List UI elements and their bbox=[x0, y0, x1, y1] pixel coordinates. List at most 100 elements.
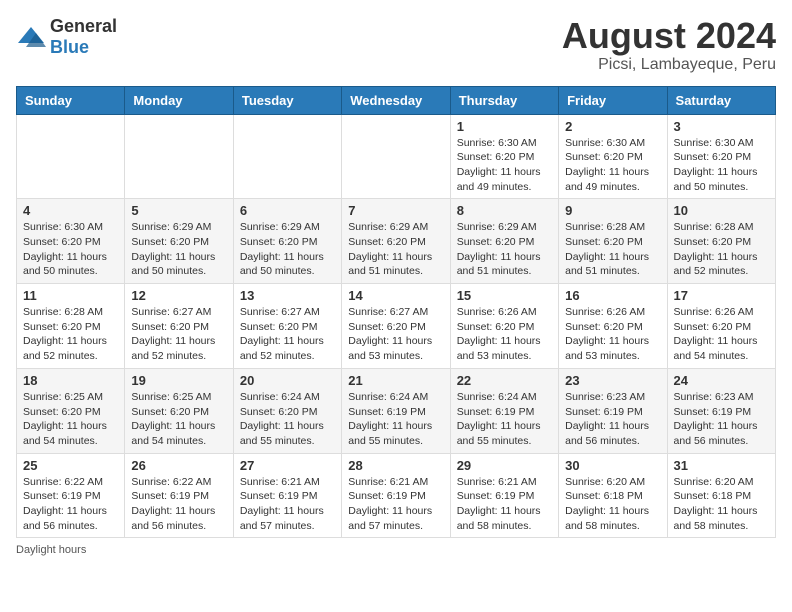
day-number: 20 bbox=[240, 373, 335, 388]
day-info: Sunrise: 6:30 AMSunset: 6:20 PMDaylight:… bbox=[23, 220, 118, 279]
calendar-cell: 14 Sunrise: 6:27 AMSunset: 6:20 PMDayligh… bbox=[342, 284, 450, 369]
day-info: Sunrise: 6:28 AMSunset: 6:20 PMDaylight:… bbox=[23, 305, 118, 364]
day-number: 17 bbox=[674, 288, 769, 303]
calendar-cell: 3Sunrise: 6:30 AMSunset: 6:20 PMDaylight… bbox=[667, 114, 775, 199]
day-number: 3 bbox=[674, 119, 769, 134]
day-info: Sunrise: 6:26 AMSunset: 6:20 PMDaylight:… bbox=[674, 305, 769, 364]
calendar-cell: 2Sunrise: 6:30 AMSunset: 6:20 PMDaylight… bbox=[559, 114, 667, 199]
day-number: 30 bbox=[565, 458, 660, 473]
calendar-cell: 13 Sunrise: 6:27 AMSunset: 6:20 PMDayligh… bbox=[233, 284, 341, 369]
day-number: 5 bbox=[131, 203, 226, 218]
day-info: Sunrise: 6:27 AMSunset: 6:20 PMDaylight:… bbox=[348, 305, 443, 364]
day-number: 14 bbox=[348, 288, 443, 303]
day-info: Sunrise: 6:29 AMSunset: 6:20 PMDaylight:… bbox=[240, 220, 335, 279]
day-info: Sunrise: 6:27 AMSunset: 6:20 PMDaylight:… bbox=[240, 305, 335, 364]
day-info: Sunrise: 6:29 AMSunset: 6:20 PMDaylight:… bbox=[457, 220, 552, 279]
day-number: 16 bbox=[565, 288, 660, 303]
calendar-cell: 1 Sunrise: 6:30 AMSunset: 6:20 PMDaylight… bbox=[450, 114, 558, 199]
column-header-monday: Monday bbox=[125, 86, 233, 114]
logo-text: General Blue bbox=[50, 16, 117, 58]
calendar-cell: 21Sunrise: 6:24 AMSunset: 6:19 PMDayligh… bbox=[342, 368, 450, 453]
calendar-cell: 16 Sunrise: 6:26 AMSunset: 6:20 PMDayligh… bbox=[559, 284, 667, 369]
calendar-week-row: 1 Sunrise: 6:30 AMSunset: 6:20 PMDaylight… bbox=[17, 114, 776, 199]
calendar-cell: 6Sunrise: 6:29 AMSunset: 6:20 PMDaylight… bbox=[233, 199, 341, 284]
calendar-cell: 12 Sunrise: 6:27 AMSunset: 6:20 PMDayligh… bbox=[125, 284, 233, 369]
header: General Blue August 2024 Picsi, Lambayeq… bbox=[16, 16, 776, 74]
day-info: Sunrise: 6:24 AMSunset: 6:19 PMDaylight:… bbox=[457, 390, 552, 449]
day-info: Sunrise: 6:21 AMSunset: 6:19 PMDaylight:… bbox=[240, 475, 335, 534]
calendar-cell: 29 Sunrise: 6:21 AMSunset: 6:19 PMDayligh… bbox=[450, 453, 558, 538]
calendar-cell: 30 Sunrise: 6:20 AMSunset: 6:18 PMDayligh… bbox=[559, 453, 667, 538]
calendar-cell: 26 Sunrise: 6:22 AMSunset: 6:19 PMDayligh… bbox=[125, 453, 233, 538]
calendar-table: SundayMondayTuesdayWednesdayThursdayFrid… bbox=[16, 86, 776, 539]
column-header-sunday: Sunday bbox=[17, 86, 125, 114]
day-number: 12 bbox=[131, 288, 226, 303]
calendar-cell: 22Sunrise: 6:24 AMSunset: 6:19 PMDayligh… bbox=[450, 368, 558, 453]
day-number: 4 bbox=[23, 203, 118, 218]
calendar-cell: 20 Sunrise: 6:24 AMSunset: 6:20 PMDayligh… bbox=[233, 368, 341, 453]
column-header-wednesday: Wednesday bbox=[342, 86, 450, 114]
calendar-cell: 25 Sunrise: 6:22 AMSunset: 6:19 PMDayligh… bbox=[17, 453, 125, 538]
day-number: 29 bbox=[457, 458, 552, 473]
day-number: 25 bbox=[23, 458, 118, 473]
column-header-saturday: Saturday bbox=[667, 86, 775, 114]
calendar-cell: 19 Sunrise: 6:25 AMSunset: 6:20 PMDayligh… bbox=[125, 368, 233, 453]
day-info: Sunrise: 6:30 AMSunset: 6:20 PMDaylight:… bbox=[565, 136, 660, 195]
calendar-cell: 11Sunrise: 6:28 AMSunset: 6:20 PMDayligh… bbox=[17, 284, 125, 369]
calendar-week-row: 25 Sunrise: 6:22 AMSunset: 6:19 PMDayligh… bbox=[17, 453, 776, 538]
day-info: Sunrise: 6:27 AMSunset: 6:20 PMDaylight:… bbox=[131, 305, 226, 364]
day-info: Sunrise: 6:21 AMSunset: 6:19 PMDaylight:… bbox=[457, 475, 552, 534]
day-info: Sunrise: 6:24 AMSunset: 6:20 PMDaylight:… bbox=[240, 390, 335, 449]
day-info: Sunrise: 6:28 AMSunset: 6:20 PMDaylight:… bbox=[674, 220, 769, 279]
day-number: 19 bbox=[131, 373, 226, 388]
day-info: Sunrise: 6:25 AMSunset: 6:20 PMDaylight:… bbox=[131, 390, 226, 449]
column-header-thursday: Thursday bbox=[450, 86, 558, 114]
logo-icon bbox=[16, 25, 46, 49]
calendar-cell: 31Sunrise: 6:20 AMSunset: 6:18 PMDayligh… bbox=[667, 453, 775, 538]
calendar-week-row: 18Sunrise: 6:25 AMSunset: 6:20 PMDayligh… bbox=[17, 368, 776, 453]
day-info: Sunrise: 6:21 AMSunset: 6:19 PMDaylight:… bbox=[348, 475, 443, 534]
calendar-week-row: 4 Sunrise: 6:30 AMSunset: 6:20 PMDaylight… bbox=[17, 199, 776, 284]
day-info: Sunrise: 6:22 AMSunset: 6:19 PMDaylight:… bbox=[131, 475, 226, 534]
calendar-cell: 5 Sunrise: 6:29 AMSunset: 6:20 PMDaylight… bbox=[125, 199, 233, 284]
calendar-cell: 10 Sunrise: 6:28 AMSunset: 6:20 PMDayligh… bbox=[667, 199, 775, 284]
main-title: August 2024 bbox=[562, 16, 776, 56]
logo: General Blue bbox=[16, 16, 117, 58]
calendar-cell: 8 Sunrise: 6:29 AMSunset: 6:20 PMDaylight… bbox=[450, 199, 558, 284]
day-number: 23 bbox=[565, 373, 660, 388]
day-info: Sunrise: 6:20 AMSunset: 6:18 PMDaylight:… bbox=[674, 475, 769, 534]
footer-note: Daylight hours bbox=[16, 544, 776, 556]
day-number: 7 bbox=[348, 203, 443, 218]
calendar-cell: 18Sunrise: 6:25 AMSunset: 6:20 PMDayligh… bbox=[17, 368, 125, 453]
day-info: Sunrise: 6:22 AMSunset: 6:19 PMDaylight:… bbox=[23, 475, 118, 534]
day-number: 24 bbox=[674, 373, 769, 388]
day-info: Sunrise: 6:20 AMSunset: 6:18 PMDaylight:… bbox=[565, 475, 660, 534]
day-number: 1 bbox=[457, 119, 552, 134]
day-info: Sunrise: 6:28 AMSunset: 6:20 PMDaylight:… bbox=[565, 220, 660, 279]
day-info: Sunrise: 6:26 AMSunset: 6:20 PMDaylight:… bbox=[565, 305, 660, 364]
calendar-cell: 28Sunrise: 6:21 AMSunset: 6:19 PMDayligh… bbox=[342, 453, 450, 538]
column-header-friday: Friday bbox=[559, 86, 667, 114]
day-info: Sunrise: 6:23 AMSunset: 6:19 PMDaylight:… bbox=[565, 390, 660, 449]
calendar-header-row: SundayMondayTuesdayWednesdayThursdayFrid… bbox=[17, 86, 776, 114]
day-info: Sunrise: 6:30 AMSunset: 6:20 PMDaylight:… bbox=[457, 136, 552, 195]
day-info: Sunrise: 6:25 AMSunset: 6:20 PMDaylight:… bbox=[23, 390, 118, 449]
calendar-cell bbox=[17, 114, 125, 199]
day-info: Sunrise: 6:29 AMSunset: 6:20 PMDaylight:… bbox=[131, 220, 226, 279]
day-number: 8 bbox=[457, 203, 552, 218]
calendar-cell: 23 Sunrise: 6:23 AMSunset: 6:19 PMDayligh… bbox=[559, 368, 667, 453]
calendar-cell bbox=[233, 114, 341, 199]
title-area: August 2024 Picsi, Lambayeque, Peru bbox=[562, 16, 776, 74]
subtitle: Picsi, Lambayeque, Peru bbox=[562, 56, 776, 74]
day-number: 13 bbox=[240, 288, 335, 303]
day-number: 27 bbox=[240, 458, 335, 473]
day-number: 9 bbox=[565, 203, 660, 218]
day-info: Sunrise: 6:23 AMSunset: 6:19 PMDaylight:… bbox=[674, 390, 769, 449]
calendar-cell: 4 Sunrise: 6:30 AMSunset: 6:20 PMDaylight… bbox=[17, 199, 125, 284]
day-info: Sunrise: 6:26 AMSunset: 6:20 PMDaylight:… bbox=[457, 305, 552, 364]
day-info: Sunrise: 6:24 AMSunset: 6:19 PMDaylight:… bbox=[348, 390, 443, 449]
calendar-week-row: 11Sunrise: 6:28 AMSunset: 6:20 PMDayligh… bbox=[17, 284, 776, 369]
day-number: 26 bbox=[131, 458, 226, 473]
column-header-tuesday: Tuesday bbox=[233, 86, 341, 114]
day-number: 10 bbox=[674, 203, 769, 218]
